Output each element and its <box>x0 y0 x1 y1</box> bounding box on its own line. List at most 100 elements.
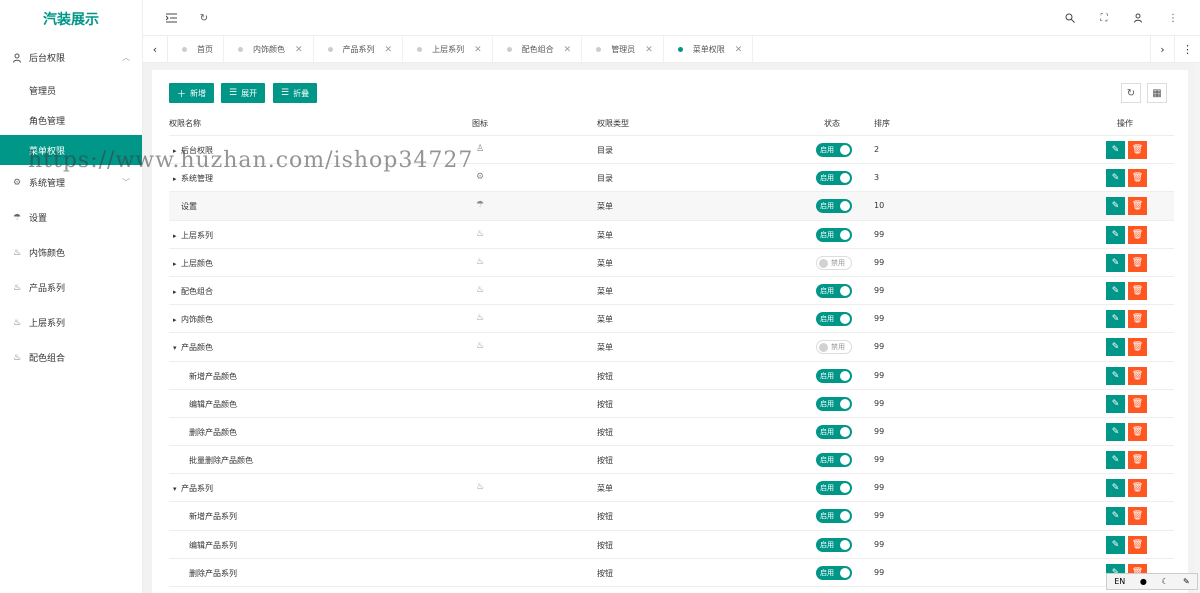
refresh-icon[interactable]: ↻ <box>196 10 212 26</box>
edit-button[interactable]: ✎ <box>1106 141 1125 159</box>
ime-tool-icon[interactable]: ✎ <box>1183 577 1190 586</box>
edit-button[interactable]: ✎ <box>1106 253 1125 272</box>
expand-button[interactable]: ☰ 展开 <box>221 83 266 103</box>
edit-button[interactable]: ✎ <box>1106 169 1125 188</box>
sidebar-item-system[interactable]: ⚙ 系统管理 ﹀ <box>0 165 142 200</box>
close-icon[interactable]: ✕ <box>645 45 653 55</box>
table-refresh-icon[interactable]: ↻ <box>1121 83 1141 103</box>
status-toggle[interactable]: 启用 <box>816 565 852 580</box>
collapse-button[interactable]: ☰ 折叠 <box>273 83 318 103</box>
caret-right-icon[interactable]: ▸ <box>173 175 181 183</box>
delete-button[interactable]: 🗑 <box>1128 451 1147 470</box>
columns-grid-icon[interactable]: ▦ <box>1147 83 1167 103</box>
status-toggle[interactable]: 启用 <box>816 396 852 411</box>
tab-label: 配色组合 <box>521 45 554 54</box>
delete-button[interactable]: 🗑 <box>1128 197 1147 216</box>
sidebar-item-upper-series[interactable]: ♨ 上层系列 <box>0 305 142 340</box>
caret-right-icon[interactable]: ▸ <box>173 147 181 155</box>
status-toggle[interactable]: 启用 <box>816 453 852 468</box>
sidebar-item-interior-colors[interactable]: ♨ 内饰颜色 <box>0 235 142 270</box>
tab-scroll-left-icon[interactable]: ‹ <box>143 36 168 63</box>
delete-button[interactable]: 🗑 <box>1128 479 1147 498</box>
edit-button[interactable]: ✎ <box>1106 366 1125 385</box>
status-toggle[interactable]: 启用 <box>816 481 852 496</box>
tab-upper-series[interactable]: 上层系列 ✕ <box>403 36 493 63</box>
status-toggle[interactable]: 启用 <box>816 143 852 157</box>
more-vertical-icon[interactable]: ⋮ <box>1165 10 1181 26</box>
tab-scroll-right-icon[interactable]: › <box>1150 36 1175 63</box>
delete-button[interactable]: 🗑 <box>1128 535 1147 554</box>
status-toggle[interactable]: 禁用 <box>816 255 852 270</box>
edit-button[interactable]: ✎ <box>1106 310 1125 329</box>
tab-admins[interactable]: 管理员 ✕ <box>582 36 664 63</box>
status-toggle[interactable]: 启用 <box>816 312 852 327</box>
caret-right-icon[interactable]: ▸ <box>173 288 181 296</box>
delete-button[interactable]: 🗑 <box>1128 310 1147 329</box>
close-icon[interactable]: ✕ <box>295 45 303 55</box>
row-name: 编辑产品颜色 <box>189 399 237 409</box>
edit-button[interactable]: ✎ <box>1106 422 1125 441</box>
status-toggle[interactable]: 启用 <box>816 199 852 214</box>
delete-button[interactable]: 🗑 <box>1128 338 1147 357</box>
edit-button[interactable]: ✎ <box>1106 197 1125 216</box>
caret-down-icon[interactable]: ▾ <box>173 344 181 352</box>
ime-mic-icon[interactable]: ● <box>1140 577 1147 586</box>
edit-button[interactable]: ✎ <box>1106 479 1125 498</box>
caret-down-icon[interactable]: ▾ <box>173 485 181 493</box>
fullscreen-icon[interactable]: ⛶ <box>1096 10 1112 26</box>
delete-button[interactable]: 🗑 <box>1128 253 1147 272</box>
page-scrollbar[interactable] <box>1194 63 1200 593</box>
tab-options-icon[interactable]: ⋮ <box>1175 36 1200 63</box>
status-toggle[interactable]: 启用 <box>816 368 852 383</box>
delete-button[interactable]: 🗑 <box>1128 141 1147 159</box>
delete-button[interactable]: 🗑 <box>1128 507 1147 526</box>
edit-button[interactable]: ✎ <box>1106 225 1125 244</box>
edit-button[interactable]: ✎ <box>1106 535 1125 554</box>
close-icon[interactable]: ✕ <box>474 45 482 55</box>
status-toggle[interactable]: 启用 <box>816 537 852 552</box>
close-icon[interactable]: ✕ <box>735 45 743 55</box>
tab-product-series[interactable]: 产品系列 ✕ <box>314 36 404 63</box>
sidebar-item-settings[interactable]: ☂ 设置 <box>0 200 142 235</box>
status-toggle[interactable]: 禁用 <box>816 340 852 355</box>
edit-button[interactable]: ✎ <box>1106 338 1125 357</box>
caret-right-icon[interactable]: ▸ <box>173 232 181 240</box>
tab-menu-permissions[interactable]: 菜单权限 ✕ <box>664 36 754 63</box>
menu-fold-icon[interactable] <box>163 10 179 26</box>
tab-home[interactable]: 首页 <box>168 36 224 63</box>
close-icon[interactable]: ✕ <box>564 45 572 55</box>
sidebar-item-color-combos[interactable]: ♨ 配色组合 <box>0 340 142 375</box>
tab-interior-colors[interactable]: 内饰颜色 ✕ <box>224 36 314 63</box>
status-toggle[interactable]: 启用 <box>816 424 852 439</box>
sidebar-group-admin[interactable]: 后台权限 ︿ <box>0 40 142 75</box>
sidebar-item-roles[interactable]: 角色管理 <box>0 105 142 135</box>
delete-button[interactable]: 🗑 <box>1128 422 1147 441</box>
caret-right-icon[interactable]: ▸ <box>173 316 181 324</box>
delete-button[interactable]: 🗑 <box>1128 225 1147 244</box>
table-row: ▾ 产品颜色 ♨ 菜单 禁用 99 ✎ 🗑 <box>169 333 1174 362</box>
sidebar-item-admins[interactable]: 管理员 <box>0 75 142 105</box>
status-toggle[interactable]: 启用 <box>816 227 852 242</box>
caret-right-icon[interactable]: ▸ <box>173 260 181 268</box>
tab-color-combos[interactable]: 配色组合 ✕ <box>493 36 583 63</box>
sidebar-item-product-series[interactable]: ♨ 产品系列 <box>0 270 142 305</box>
edit-button[interactable]: ✎ <box>1106 451 1125 470</box>
delete-button[interactable]: 🗑 <box>1128 394 1147 413</box>
delete-button[interactable]: 🗑 <box>1128 169 1147 188</box>
sidebar-item-menu-permissions[interactable]: 菜单权限 <box>0 135 142 165</box>
search-icon[interactable] <box>1062 10 1078 26</box>
close-icon[interactable]: ✕ <box>385 45 393 55</box>
ime-moon-icon[interactable]: ☾ <box>1161 577 1168 586</box>
status-toggle[interactable]: 启用 <box>816 509 852 524</box>
ime-lang[interactable]: EN <box>1114 577 1125 586</box>
edit-button[interactable]: ✎ <box>1106 507 1125 526</box>
add-button[interactable]: ＋新增 <box>169 83 215 103</box>
status-toggle[interactable]: 启用 <box>816 171 852 186</box>
row-type: 菜单 <box>597 484 613 494</box>
delete-button[interactable]: 🗑 <box>1128 281 1147 300</box>
edit-button[interactable]: ✎ <box>1106 281 1125 300</box>
status-toggle[interactable]: 启用 <box>816 283 852 298</box>
user-icon[interactable] <box>1130 10 1146 26</box>
edit-button[interactable]: ✎ <box>1106 394 1125 413</box>
delete-button[interactable]: 🗑 <box>1128 366 1147 385</box>
